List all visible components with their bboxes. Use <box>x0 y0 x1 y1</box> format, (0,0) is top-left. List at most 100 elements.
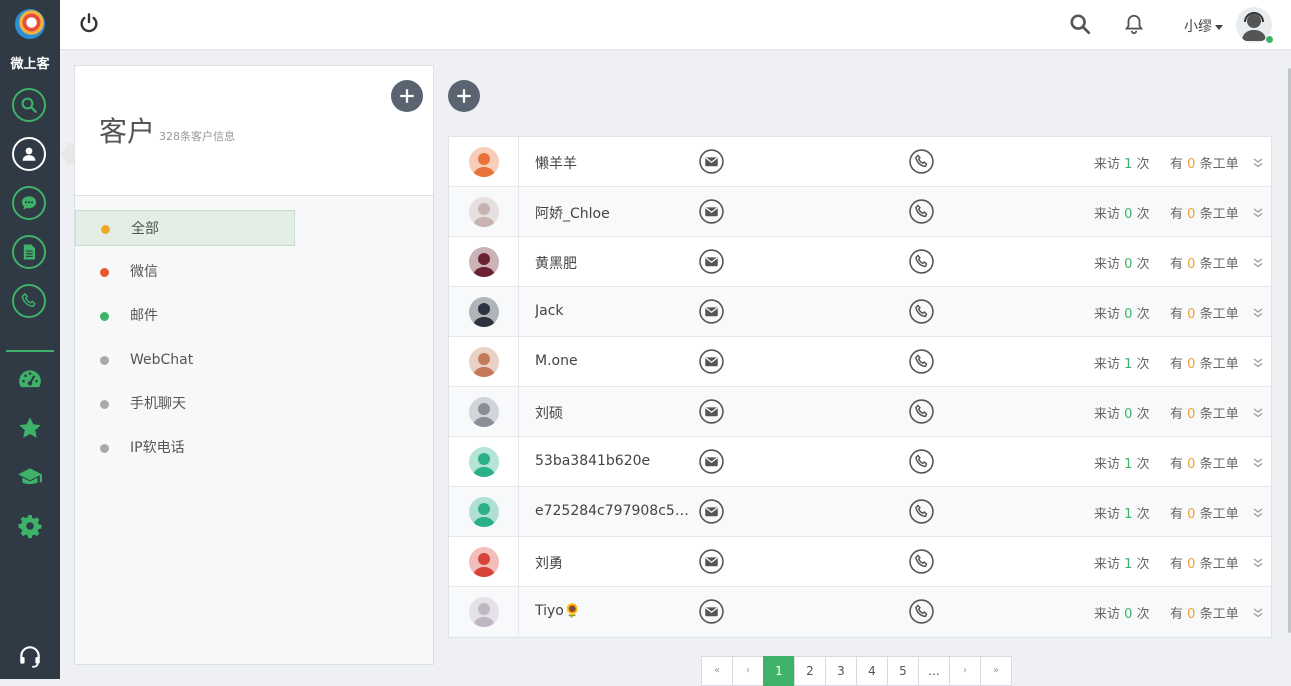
call-button[interactable] <box>909 349 934 374</box>
expand-chevron-icon[interactable] <box>1253 154 1263 168</box>
customer-name[interactable]: 懒羊羊 <box>535 153 695 173</box>
rail-support-button[interactable] <box>15 641 45 671</box>
customer-avatar[interactable] <box>469 397 499 427</box>
customer-name[interactable]: M.one <box>535 353 695 369</box>
call-button[interactable] <box>909 549 934 574</box>
customer-avatar[interactable] <box>469 347 499 377</box>
page-button[interactable]: 2 <box>794 656 826 686</box>
customer-row[interactable]: 刘勇 来访 1 次 有 0 条工单 <box>449 537 1271 587</box>
page-button[interactable]: 4 <box>856 656 888 686</box>
email-button[interactable] <box>699 299 724 324</box>
customer-row[interactable]: Tiyo🌻 来访 0 次 有 0 条工单 <box>449 587 1271 637</box>
expand-chevron-icon[interactable] <box>1253 504 1263 518</box>
visit-count: 来访 0 次 <box>1094 253 1150 272</box>
call-button[interactable] <box>909 249 934 274</box>
filter-item[interactable]: 全部 <box>75 210 295 246</box>
customer-name[interactable]: 刘勇 <box>535 553 695 573</box>
customer-name[interactable]: 阿娇_Chloe <box>535 203 695 223</box>
email-button[interactable] <box>699 549 724 574</box>
filter-item[interactable]: WebChat <box>75 342 295 378</box>
customer-name[interactable]: e725284c797908c5e0.. <box>535 503 695 519</box>
customer-name[interactable]: 黄黑肥 <box>535 253 695 273</box>
email-button[interactable] <box>699 599 724 624</box>
power-icon[interactable] <box>78 12 100 34</box>
add-filter-button[interactable] <box>391 80 423 112</box>
customer-avatar[interactable] <box>469 147 499 177</box>
channel-dot <box>100 312 109 321</box>
search-icon[interactable] <box>1069 13 1091 35</box>
user-menu[interactable]: 小缪 <box>1184 16 1223 36</box>
expand-chevron-icon[interactable] <box>1253 304 1263 318</box>
email-button[interactable] <box>699 249 724 274</box>
customer-row[interactable]: 刘硕 来访 0 次 有 0 条工单 <box>449 387 1271 437</box>
rail-phone-button[interactable] <box>12 284 46 318</box>
call-button[interactable] <box>909 499 934 524</box>
customer-row[interactable]: 懒羊羊 来访 1 次 有 0 条工单 <box>449 137 1271 187</box>
rail-settings-button[interactable] <box>15 511 45 541</box>
customer-name[interactable]: 53ba3841b620e <box>535 453 695 469</box>
expand-chevron-icon[interactable] <box>1253 204 1263 218</box>
graduation-cap-icon <box>18 468 42 485</box>
customer-avatar[interactable] <box>469 447 499 477</box>
customer-avatar[interactable] <box>469 547 499 577</box>
call-button[interactable] <box>909 599 934 624</box>
last-page-button[interactable]: » <box>980 656 1012 686</box>
filter-item[interactable]: 手机聊天 <box>75 386 295 422</box>
expand-chevron-icon[interactable] <box>1253 604 1263 618</box>
email-button[interactable] <box>699 399 724 424</box>
customer-avatar[interactable] <box>469 247 499 277</box>
visit-suffix: 次 <box>1136 607 1150 622</box>
rail-favorites-button[interactable] <box>15 413 45 443</box>
call-button[interactable] <box>909 399 934 424</box>
online-status-indicator <box>1265 35 1274 44</box>
call-button[interactable] <box>909 299 934 324</box>
expand-chevron-icon[interactable] <box>1253 354 1263 368</box>
expand-chevron-icon[interactable] <box>1253 254 1263 268</box>
rail-dashboard-button[interactable] <box>15 364 45 394</box>
expand-chevron-icon[interactable] <box>1253 454 1263 468</box>
customer-name[interactable]: Jack <box>535 303 695 319</box>
next-page-button[interactable]: › <box>949 656 981 686</box>
email-button[interactable] <box>699 149 724 174</box>
add-customer-button[interactable] <box>448 80 480 112</box>
filter-item[interactable]: IP软电话 <box>75 430 295 466</box>
customer-row[interactable]: e725284c797908c5e0.. 来访 1 次 有 0 条工单 <box>449 487 1271 537</box>
visit-number: 0 <box>1124 407 1133 422</box>
call-button[interactable] <box>909 199 934 224</box>
page-button[interactable]: 1 <box>763 656 795 686</box>
customer-avatar[interactable] <box>469 297 499 327</box>
prev-page-button[interactable]: ‹ <box>732 656 764 686</box>
email-button[interactable] <box>699 499 724 524</box>
rail-tickets-button[interactable] <box>12 235 46 269</box>
first-page-button[interactable]: « <box>701 656 733 686</box>
expand-chevron-icon[interactable] <box>1253 554 1263 568</box>
customer-name[interactable]: Tiyo🌻 <box>535 603 695 619</box>
filter-item[interactable]: 微信 <box>75 254 295 290</box>
expand-chevron-icon[interactable] <box>1253 404 1263 418</box>
bell-icon[interactable] <box>1123 12 1145 36</box>
customer-row[interactable]: Jack 来访 0 次 有 0 条工单 <box>449 287 1271 337</box>
page-button[interactable]: 3 <box>825 656 857 686</box>
channel-dot <box>100 400 109 409</box>
customer-row[interactable]: M.one 来访 1 次 有 0 条工单 <box>449 337 1271 387</box>
page-button[interactable]: 5 <box>887 656 919 686</box>
email-button[interactable] <box>699 449 724 474</box>
email-button[interactable] <box>699 349 724 374</box>
call-button[interactable] <box>909 449 934 474</box>
rail-search-button[interactable] <box>12 88 46 122</box>
customer-avatar[interactable] <box>469 197 499 227</box>
rail-customers-button[interactable] <box>12 137 46 171</box>
customer-row[interactable]: 53ba3841b620e 来访 1 次 有 0 条工单 <box>449 437 1271 487</box>
customer-row[interactable]: 黄黑肥 来访 0 次 有 0 条工单 <box>449 237 1271 287</box>
email-button[interactable] <box>699 199 724 224</box>
customer-avatar[interactable] <box>469 597 499 627</box>
rail-chat-button[interactable] <box>12 186 46 220</box>
visit-number: 1 <box>1124 457 1133 472</box>
customer-name[interactable]: 刘硕 <box>535 403 695 423</box>
filter-item[interactable]: 邮件 <box>75 298 295 334</box>
page-button[interactable]: ... <box>918 656 950 686</box>
customer-avatar[interactable] <box>469 497 499 527</box>
customer-row[interactable]: 阿娇_Chloe 来访 0 次 有 0 条工单 <box>449 187 1271 237</box>
rail-learning-button[interactable] <box>15 462 45 492</box>
call-button[interactable] <box>909 149 934 174</box>
